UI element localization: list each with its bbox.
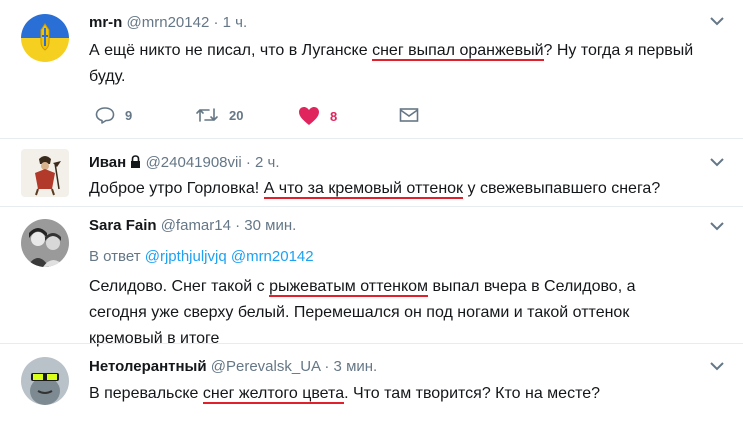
tweet-text: А ещё никто не писал, что в Луганске сне… [89,42,694,85]
like-count: 8 [330,108,338,124]
underlined-phrase: снег выпал оранжевый [372,42,544,61]
heart-icon [299,107,319,125]
reply-to-line: В ответ @rjpthjuljvjq @mrn20142 [89,248,314,265]
underlined-phrase: рыжеватым оттенком [269,278,429,297]
underlined-phrase: снег желтого цвета [202,385,345,404]
tweet-time[interactable]: · 1 ч. [213,14,247,31]
reply-button[interactable]: 9 [95,106,132,124]
user-handle[interactable]: @Perevalsk_UA [211,358,320,375]
tweet-time[interactable]: · 30 мин. [235,217,296,234]
tweet-1[interactable]: mr-n @mrn20142 · 1 ч. А ещё никто не пис… [0,0,743,137]
user-handle[interactable]: @24041908vii [146,154,242,171]
retweet-button[interactable]: 20 [195,106,243,124]
chevron-down-icon[interactable] [709,14,725,32]
tweet-text: В перевальске снег желтого цвета. Что та… [89,385,601,404]
tweet-4-header: Нетолерантный @Perevalsk_UA · 3 мин. [89,358,377,375]
reply-mention[interactable]: @mrn20142 [231,248,314,265]
user-name[interactable]: Нетолерантный [89,358,207,375]
user-name[interactable]: Иван [89,154,126,171]
avatar-sara-fain[interactable] [21,219,69,267]
chevron-down-icon[interactable] [709,359,725,377]
tweet-4[interactable]: Нетолерантный @Perevalsk_UA · 3 мин. В п… [0,344,743,425]
avatar-ivan[interactable] [21,149,69,197]
underlined-phrase: А что за кремовый оттенок [263,180,464,199]
tweet-time[interactable]: · 2 ч. [246,154,280,171]
chevron-down-icon[interactable] [709,219,725,237]
retweet-icon [196,108,218,122]
tweet-1-header: mr-n @mrn20142 · 1 ч. [89,14,247,31]
user-handle[interactable]: @mrn20142 [127,14,210,31]
avatar-netolerantny[interactable] [21,357,69,405]
tweet-2[interactable]: Иван @24041908vii · 2 ч. Доброе утро Гор… [0,139,743,205]
reply-count: 9 [125,107,133,123]
tweet-text: Доброе утро Горловка! А что за кремовый … [89,180,661,199]
avatar-mr-n[interactable] [21,14,69,62]
like-button[interactable]: 8 [298,106,337,126]
user-name[interactable]: mr-n [89,14,122,31]
user-name[interactable]: Sara Fain [89,217,157,234]
tweet-3-header: Sara Fain @famar14 · 30 мин. [89,217,296,234]
tweet-2-header: Иван @24041908vii · 2 ч. [89,154,280,172]
reply-mention[interactable]: @rjpthjuljvjq [145,248,227,265]
retweet-count: 20 [229,107,244,123]
message-button[interactable] [399,107,429,123]
chevron-down-icon[interactable] [709,155,725,173]
tweet-text: Селидово. Снег такой с рыжеватым оттенко… [89,278,636,347]
reply-icon [95,107,115,124]
tweet-time[interactable]: · 3 мин. [324,358,377,375]
lock-icon [130,155,141,172]
tweet-3[interactable]: Sara Fain @famar14 · 30 мин. В ответ @rj… [0,207,743,347]
user-handle[interactable]: @famar14 [161,217,231,234]
envelope-icon [399,108,419,122]
